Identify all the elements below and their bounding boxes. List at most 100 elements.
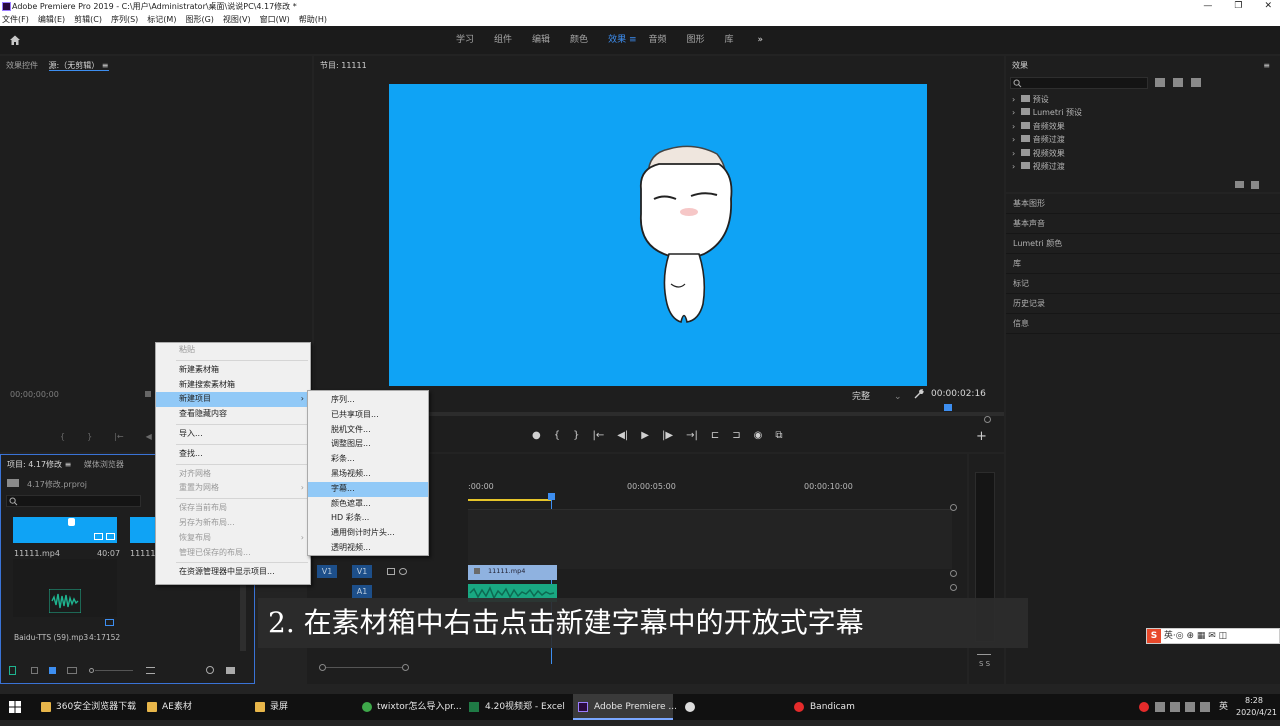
- playhead-icon[interactable]: [548, 493, 555, 500]
- close-button[interactable]: ✕: [1264, 0, 1272, 13]
- video-clip[interactable]: 11111.mp4: [468, 565, 557, 580]
- find-icon[interactable]: [206, 666, 214, 674]
- context-menu-item[interactable]: 查看隐藏内容: [156, 407, 310, 422]
- zoom-select[interactable]: 完整 ⌄: [852, 389, 902, 402]
- track-header-a1[interactable]: A1: [352, 585, 372, 598]
- submenu-item[interactable]: 已共享项目...: [308, 408, 428, 423]
- sequence-thumbnail[interactable]: [130, 517, 156, 543]
- taskbar-ae-assets[interactable]: AE素材: [162, 694, 192, 720]
- tab-learn[interactable]: 学习: [446, 26, 484, 54]
- taskbar-twixtor[interactable]: twixtor怎么导入pr...: [377, 694, 462, 720]
- play-button[interactable]: ▶: [641, 430, 649, 441]
- freeform-view-icon[interactable]: [67, 667, 77, 674]
- new-bin-icon[interactable]: [1235, 181, 1244, 188]
- tab-audio[interactable]: 音频: [639, 26, 677, 54]
- section-essential-graphics[interactable]: 基本图形: [1006, 194, 1280, 214]
- mark-out-button[interactable]: }: [87, 432, 92, 441]
- submenu-item[interactable]: 透明视频...: [308, 541, 428, 556]
- timeline-scroll-mid-icon[interactable]: [950, 570, 957, 577]
- context-menu-item[interactable]: 查找...: [156, 447, 310, 462]
- tab-project[interactable]: 项目: 4.17修改 ≡: [7, 460, 71, 469]
- step-back-button[interactable]: ◀: [146, 432, 152, 441]
- track-target-v1[interactable]: V1: [317, 565, 337, 578]
- track-header-v1[interactable]: V1: [352, 565, 372, 578]
- windows-start-icon[interactable]: [9, 701, 21, 713]
- taskbar-recordings[interactable]: 录屏: [270, 694, 288, 720]
- step-back-button[interactable]: ◀|: [617, 430, 628, 441]
- new-bin-icon[interactable]: [226, 667, 235, 674]
- clock-date[interactable]: 2020/4/21: [1236, 700, 1277, 726]
- go-to-in-button[interactable]: |←: [114, 432, 123, 441]
- tab-editing[interactable]: 编辑: [522, 26, 560, 54]
- program-monitor-frame[interactable]: [389, 84, 927, 386]
- effects-tree-item[interactable]: › 视频过渡: [1012, 161, 1082, 174]
- section-markers[interactable]: 标记: [1006, 274, 1280, 294]
- lift-button[interactable]: ⊏: [711, 430, 719, 441]
- taskbar-browser-download[interactable]: 360安全浏览器下载: [56, 694, 136, 720]
- context-menu-item[interactable]: 新建搜索素材箱: [156, 378, 310, 393]
- menu-graphics[interactable]: 图形(G): [185, 13, 213, 26]
- effects-tree-item[interactable]: › 音频过渡: [1012, 134, 1082, 147]
- clip-thumbnail[interactable]: [13, 517, 117, 543]
- delete-icon[interactable]: [1251, 181, 1259, 189]
- submenu-item[interactable]: 颜色遮罩...: [308, 497, 428, 512]
- submenu-item[interactable]: 调整图层...: [308, 437, 428, 452]
- tray-icon[interactable]: [1170, 702, 1180, 712]
- submenu-item[interactable]: 黑场视频...: [308, 467, 428, 482]
- list-view-icon[interactable]: [31, 667, 38, 674]
- taskbar-excel[interactable]: 4.20视频郑 - Excel: [485, 694, 565, 720]
- work-area-bar[interactable]: [468, 499, 552, 501]
- menu-view[interactable]: 视图(V): [223, 13, 251, 26]
- project-search-input[interactable]: [6, 495, 141, 507]
- submenu-item[interactable]: 通用倒计时片头...: [308, 526, 428, 541]
- volume-icon[interactable]: [1200, 702, 1210, 712]
- submenu-item[interactable]: 字幕...: [308, 481, 428, 497]
- mark-in-button[interactable]: {: [554, 430, 560, 441]
- section-essential-sound[interactable]: 基本声音: [1006, 214, 1280, 234]
- add-marker-button[interactable]: ●: [532, 430, 541, 441]
- tab-effect-controls[interactable]: 效果控件: [6, 61, 38, 70]
- effects-tree-item[interactable]: › 预设: [1012, 94, 1082, 107]
- lock-icon[interactable]: [9, 666, 16, 675]
- export-frame-button[interactable]: ◉: [754, 430, 763, 441]
- go-to-in-button[interactable]: |←: [592, 430, 604, 441]
- timeline-scroll-bottom-icon[interactable]: [950, 584, 957, 591]
- tab-graphics[interactable]: 图形: [677, 26, 715, 54]
- section-libraries[interactable]: 库: [1006, 254, 1280, 274]
- zoom-slider-track[interactable]: [95, 670, 133, 671]
- submenu-item[interactable]: 彩条...: [308, 452, 428, 467]
- mark-out-button[interactable]: }: [573, 430, 579, 441]
- section-history[interactable]: 历史记录: [1006, 294, 1280, 314]
- timeline-zoom-left-handle[interactable]: [319, 664, 326, 671]
- tab-libraries[interactable]: 库: [715, 26, 744, 54]
- icon-view-icon[interactable]: [49, 667, 56, 674]
- language-indicator[interactable]: 英: [1219, 694, 1228, 720]
- tab-media-browser[interactable]: 媒体浏览器: [84, 460, 124, 469]
- menu-marker[interactable]: 标记(M): [147, 13, 176, 26]
- context-menu-item[interactable]: 导入...: [156, 427, 310, 442]
- go-to-out-button[interactable]: →|: [686, 430, 698, 441]
- effects-tree-item[interactable]: › Lumetri 预设: [1012, 107, 1082, 120]
- effects-tree-item[interactable]: › 视频效果: [1012, 148, 1082, 161]
- menu-edit[interactable]: 编辑(E): [38, 13, 65, 26]
- app-icon[interactable]: [685, 702, 695, 712]
- context-menu-item[interactable]: 新建素材箱: [156, 363, 310, 378]
- menu-sequence[interactable]: 序列(S): [111, 13, 138, 26]
- eye-icon[interactable]: [399, 568, 407, 575]
- comparison-view-button[interactable]: ⧉: [775, 430, 782, 441]
- mark-in-button[interactable]: {: [60, 432, 65, 441]
- menu-help[interactable]: 帮助(H): [299, 13, 327, 26]
- menu-file[interactable]: 文件(F): [2, 13, 29, 26]
- tab-color[interactable]: 颜色: [560, 26, 598, 54]
- section-lumetri-color[interactable]: Lumetri 颜色: [1006, 234, 1280, 254]
- timeline-zoom-right-handle[interactable]: [402, 664, 409, 671]
- effects-search-input[interactable]: [1010, 77, 1148, 89]
- yuv-filter-icon[interactable]: [1191, 78, 1201, 87]
- effects-tree-item[interactable]: › 音频效果: [1012, 121, 1082, 134]
- menu-window[interactable]: 窗口(W): [260, 13, 290, 26]
- program-playhead-icon[interactable]: [944, 404, 952, 411]
- extract-button[interactable]: ⊐: [732, 430, 740, 441]
- button-editor-plus[interactable]: +: [976, 429, 987, 444]
- submenu-item[interactable]: HD 彩条...: [308, 511, 428, 526]
- scroll-end-handle[interactable]: [984, 416, 991, 423]
